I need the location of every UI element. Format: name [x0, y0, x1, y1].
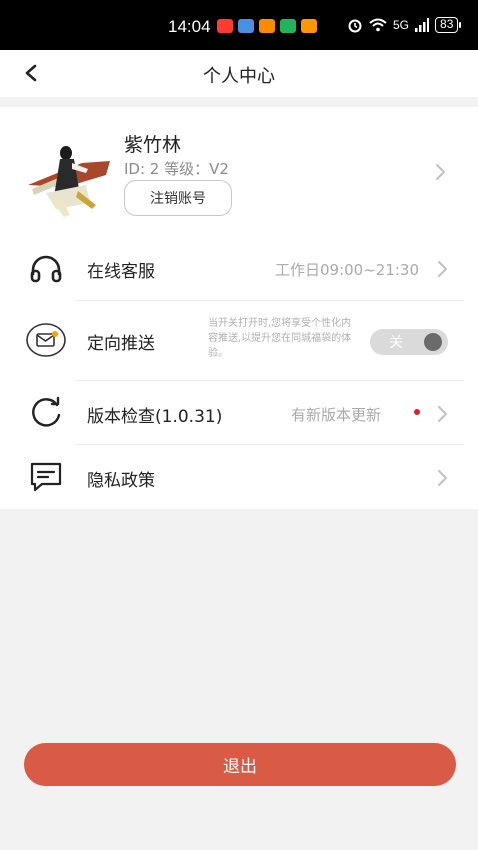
app-notification-icon	[301, 19, 317, 33]
app-notification-icon	[238, 19, 254, 33]
menu-item-customer-service[interactable]: 在线客服 工作日09:00~21:30	[0, 236, 478, 300]
status-bar: 14:04 5G 83	[0, 0, 478, 50]
battery-tip	[459, 22, 462, 28]
targeted-push-label: 定向推送	[87, 334, 155, 354]
status-right: 5G 83	[347, 17, 462, 33]
refresh-icon	[32, 396, 61, 427]
status-time: 14:04	[168, 17, 211, 36]
toggle-knob	[424, 333, 442, 351]
app-notification-icon	[280, 19, 296, 33]
logout-button[interactable]: 退出	[24, 743, 456, 786]
wifi-icon	[369, 18, 387, 32]
battery-indicator: 83	[435, 17, 462, 33]
user-id-level: ID: 2 等级：V2	[124, 160, 229, 178]
battery-level: 83	[435, 17, 459, 33]
chevron-right-icon	[438, 470, 447, 486]
chevron-right-icon	[438, 261, 447, 277]
alarm-icon	[348, 19, 362, 33]
chevron-right-icon	[436, 164, 445, 180]
version-check-label: 版本检查(1.0.31)	[87, 407, 223, 427]
menu-item-privacy-policy[interactable]: 隐私政策	[0, 445, 478, 509]
app-notification-icon	[217, 19, 233, 33]
profile-section[interactable]: 紫竹林 ID: 2 等级：V2 注销账号	[0, 107, 478, 235]
cancel-account-button[interactable]: 注销账号	[124, 180, 232, 216]
message-icon	[30, 462, 62, 492]
update-badge-dot	[414, 409, 420, 415]
privacy-policy-label: 隐私政策	[87, 471, 155, 491]
mail-icon	[26, 323, 66, 357]
targeted-push-toggle[interactable]: 关	[370, 329, 448, 355]
signal-icon	[415, 18, 430, 32]
toggle-label: 关	[389, 335, 403, 351]
network-type: 5G	[393, 18, 410, 32]
user-name: 紫竹林	[124, 134, 182, 156]
nav-bar: 个人中心	[0, 50, 478, 97]
update-available-text: 有新版本更新	[291, 406, 382, 424]
page-title: 个人中心	[203, 66, 275, 87]
chevron-right-icon	[438, 406, 447, 422]
notification-icons	[217, 19, 317, 33]
menu-item-version-check[interactable]: 版本检查(1.0.31) 有新版本更新	[0, 381, 478, 445]
targeted-push-description: 当开关打开时,您将享受个性化内容推送,以提升您在同城福袋的体验。	[208, 318, 352, 359]
service-hours: 工作日09:00~21:30	[275, 261, 420, 279]
app-notification-icon	[259, 19, 275, 33]
customer-service-label: 在线客服	[87, 262, 155, 282]
headset-icon	[30, 255, 62, 283]
settings-card: 紫竹林 ID: 2 等级：V2 注销账号 在线客服 工作日09:00~21:30…	[0, 107, 478, 509]
avatar	[28, 146, 110, 217]
